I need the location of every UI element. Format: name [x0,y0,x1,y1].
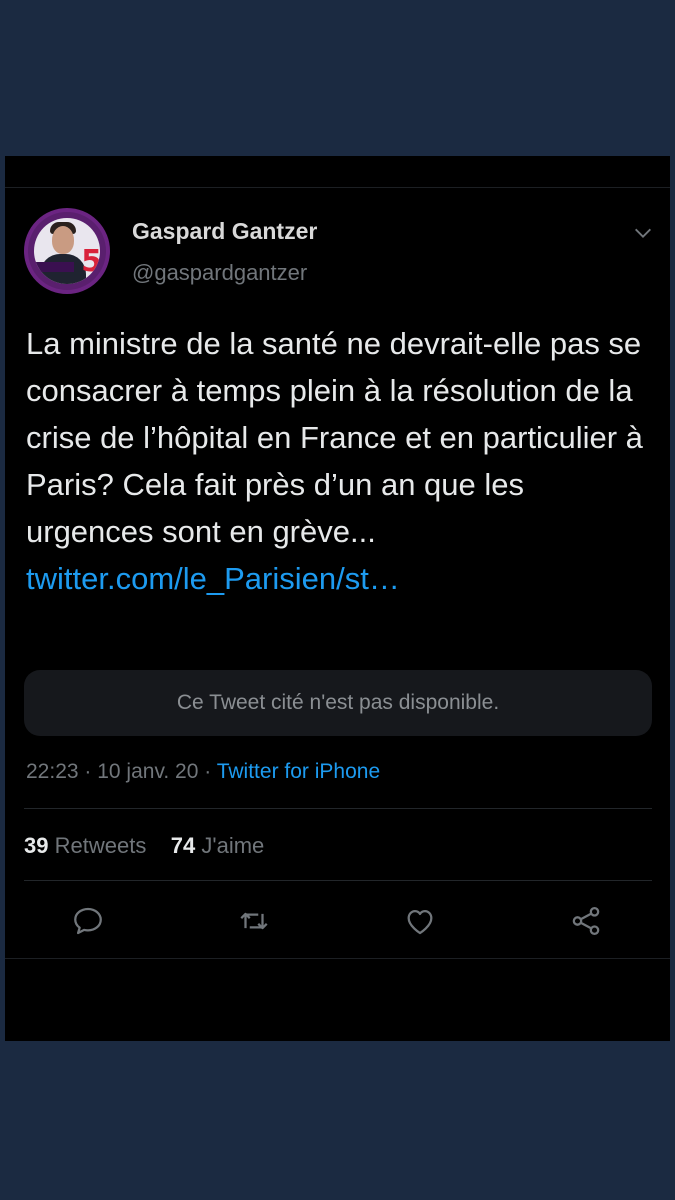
author-name[interactable]: Gaspard Gantzer [132,218,317,245]
retweets-label: Retweets [54,833,147,858]
likes-count: 74 [170,833,196,858]
avatar-photo: 5 [34,218,100,284]
avatar[interactable]: 5 [24,208,110,294]
reply-icon[interactable] [71,904,105,938]
heart-icon[interactable] [403,904,437,938]
meta-divider [24,808,652,809]
top-divider [5,187,670,188]
retweets-count: 39 [24,833,49,858]
author-handle[interactable]: @gaspardgantzer [132,260,307,286]
share-icon[interactable] [569,904,603,938]
meta-separator: · [78,760,98,783]
likes-stat[interactable]: 74 J'aime [171,833,265,858]
stats-divider [24,880,652,881]
tweet-source[interactable]: Twitter for iPhone [217,760,380,783]
tweet-stats: 39 Retweets 74 J'aime [24,833,264,859]
tweet-card: 5 Gaspard Gantzer @gaspardgantzer La min… [5,156,670,1041]
tweet-date[interactable]: 10 janv. 20 [97,760,198,783]
chevron-down-icon[interactable] [632,222,654,244]
likes-label: J'aime [201,833,265,858]
retweets-stat[interactable]: 39 Retweets [24,833,146,858]
retweet-icon[interactable] [237,904,271,938]
meta-separator: · [198,760,217,783]
tweet-text: La ministre de la santé ne devrait-elle … [26,320,656,602]
tweet-body: La ministre de la santé ne devrait-elle … [26,326,643,549]
tweet-time[interactable]: 22:23 [26,760,79,783]
quoted-tweet-unavailable: Ce Tweet cité n'est pas disponible. [24,670,652,736]
quote-unavailable-text: Ce Tweet cité n'est pas disponible. [176,691,500,714]
bottom-divider [5,958,670,959]
tweet-link[interactable]: twitter.com/le_Parisien/st… [26,561,400,596]
tweet-meta: 22:23 · 10 janv. 20 · Twitter for iPhone [26,760,380,784]
